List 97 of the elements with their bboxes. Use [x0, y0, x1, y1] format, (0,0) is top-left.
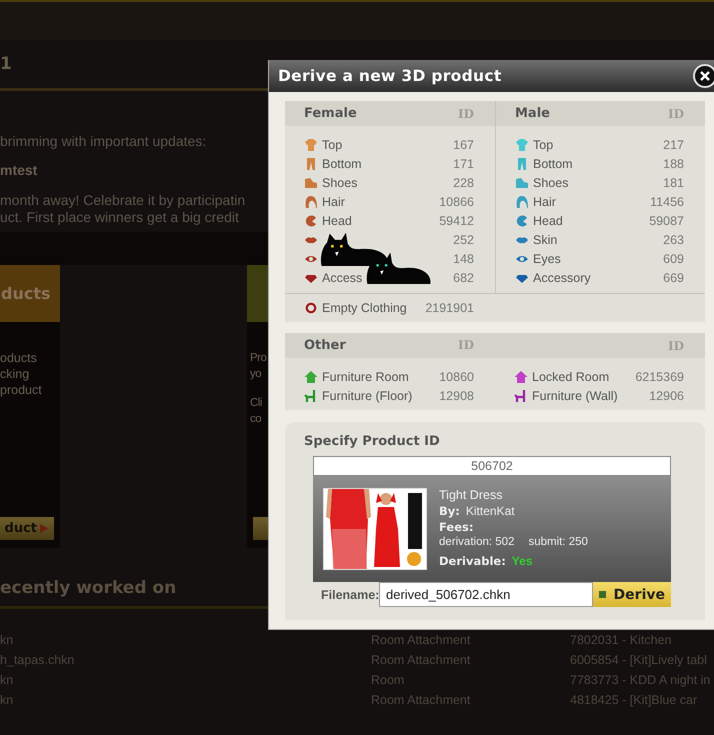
field-label: Derivable: [439, 554, 506, 568]
product-cell-text: 7783773 - KDD A night in [570, 673, 712, 689]
bottom-icon [515, 156, 529, 170]
bottom-icon [304, 156, 318, 170]
id-value: 12908 [439, 388, 474, 402]
news-text: month away! Celebrate it by participatin [0, 192, 246, 209]
dialog-title: Derive a new 3D product [278, 67, 502, 85]
item-link[interactable]: Empty Clothing [322, 301, 407, 315]
card-text: Pro [250, 351, 268, 366]
id-value: 6215369 [635, 370, 684, 384]
play-icon [40, 524, 48, 533]
item-link[interactable]: Hair [322, 194, 345, 208]
product-name: Tight Dress [439, 488, 504, 502]
top-icon [304, 138, 318, 152]
group-heading: Female [304, 106, 357, 121]
square-icon [598, 591, 606, 598]
fee-text: submit: 250 [528, 536, 588, 548]
intro-text: brimming with important updates: [0, 133, 206, 150]
file-cell-text: kn [0, 633, 14, 649]
head-icon [515, 214, 529, 228]
id-value: 609 [663, 252, 684, 266]
id-value: 148 [453, 252, 474, 266]
type-cell-text: Room [371, 673, 406, 689]
item-link[interactable]: Access [322, 270, 362, 284]
id-value: 669 [663, 270, 684, 284]
filename-field[interactable]: derived_506702.chkn [379, 582, 593, 607]
fee-text: derivation: 502 [439, 536, 514, 548]
item-link[interactable]: Shoes [533, 176, 568, 190]
id-value: 11456 [650, 194, 684, 208]
id-value: 188 [663, 156, 684, 170]
id-value: 682 [453, 270, 474, 284]
close-icon [700, 71, 710, 81]
item-link[interactable]: Accessory [533, 270, 591, 284]
hair-icon [515, 194, 529, 208]
id-value: 12906 [649, 388, 684, 402]
card-text: Cli [250, 396, 263, 411]
item-link[interactable]: Furniture (Wall) [532, 388, 618, 402]
derive-button[interactable]: Derive [592, 582, 671, 607]
news-text: uct. First place winners get a big credit [0, 209, 239, 226]
type-cell-text: Room Attachment [371, 633, 472, 649]
item-link[interactable]: Top [533, 138, 554, 152]
type-cell-text: Room Attachment [371, 693, 472, 709]
id-value: 217 [663, 138, 684, 152]
hair-icon [304, 194, 318, 208]
item-link[interactable]: Furniture (Floor) [322, 388, 412, 402]
id-value: 59412 [439, 214, 474, 228]
card-text: product [0, 382, 43, 398]
item-link[interactable]: Head [322, 214, 352, 228]
id-value: 252 [453, 232, 474, 246]
card-header: ducts [0, 265, 60, 322]
top-icon [515, 138, 529, 152]
file-cell-text: h_tapas.chkn [0, 653, 76, 669]
file-cell-text: kn [0, 673, 14, 689]
cat-drawing [318, 230, 390, 266]
news-title: mtest [0, 162, 38, 179]
item-link[interactable]: Head [533, 214, 563, 228]
item-link[interactable]: Bottom [533, 156, 573, 170]
id-value: 263 [663, 232, 684, 246]
card-text: cking [0, 366, 30, 382]
group-heading: Other [304, 338, 346, 353]
id-value: 171 [453, 156, 474, 170]
id-value: 228 [453, 176, 474, 190]
product-id-field[interactable]: 506702 [313, 456, 671, 476]
id-value: 10860 [439, 370, 474, 384]
item-link[interactable]: Locked Room [532, 370, 610, 384]
field-label: By: [439, 504, 460, 518]
item-link[interactable]: Eyes [533, 252, 561, 266]
group-heading: Male [515, 106, 550, 121]
id-value: 167 [453, 138, 474, 152]
product-cell-text: 4818425 - [Kit]Blue car [570, 693, 698, 709]
page-title: 1 [0, 54, 12, 74]
id-value: 59087 [649, 214, 684, 228]
id-value: 10866 [439, 194, 474, 208]
product-cell-text: 6005854 - [Kit]Lively tabl [570, 653, 708, 669]
derivable-value: Yes [512, 554, 532, 568]
section-heading: Specify Product ID [304, 434, 441, 449]
product-cell-text: 7802031 - Kitchen [570, 633, 672, 649]
author-link[interactable]: KittenKat [466, 504, 515, 518]
item-link[interactable]: Skin [533, 232, 558, 246]
ring-icon [304, 301, 318, 315]
head-icon [304, 214, 318, 228]
item-link[interactable]: Furniture Room [322, 370, 409, 384]
card-text: co [250, 412, 262, 427]
shoes-icon [304, 176, 318, 190]
item-link[interactable]: Top [322, 138, 342, 152]
shoes-icon [515, 176, 529, 190]
section-title: ecently worked on [0, 578, 176, 598]
id-value: 181 [663, 176, 684, 190]
item-link[interactable]: Shoes [322, 176, 358, 190]
file-cell-text: kn [0, 693, 14, 709]
item-link[interactable]: Hair [533, 194, 556, 208]
card-text: oducts [0, 350, 38, 366]
item-link[interactable]: Bottom [322, 156, 362, 170]
field-label: Filename: [321, 588, 379, 602]
id-value: 2191901 [425, 301, 474, 315]
field-label: Fees: [439, 520, 474, 534]
type-cell-text: Room Attachment [371, 653, 472, 669]
